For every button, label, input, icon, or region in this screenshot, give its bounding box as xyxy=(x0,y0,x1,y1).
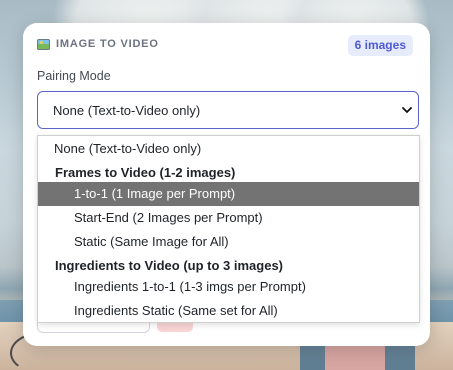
option-1-to-1[interactable]: 1-to-1 (1 Image per Prompt) xyxy=(38,182,419,206)
chevron-down-icon xyxy=(402,107,412,113)
pairing-mode-dropdown-list[interactable]: None (Text-to-Video only) Frames to Vide… xyxy=(37,135,420,323)
option-start-end[interactable]: Start-End (2 Images per Prompt) xyxy=(38,206,419,230)
option-ingredients-static[interactable]: Ingredients Static (Same set for All) xyxy=(38,299,419,322)
option-ingredients-1-to-1[interactable]: Ingredients 1-to-1 (1-3 imgs per Prompt) xyxy=(38,275,419,299)
option-static[interactable]: Static (Same Image for All) xyxy=(38,230,419,254)
option-none[interactable]: None (Text-to-Video only) xyxy=(38,137,419,161)
image-count-badge: 6 images xyxy=(347,35,413,56)
optgroup-frames-to-video: Frames to Video (1-2 images) xyxy=(55,165,236,180)
pairing-mode-label: Pairing Mode xyxy=(37,69,111,83)
pairing-mode-select[interactable]: None (Text-to-Video only) xyxy=(37,91,419,129)
picture-icon xyxy=(37,39,50,50)
panel-title: IMAGE TO VIDEO xyxy=(56,38,159,50)
optgroup-ingredients-to-video: Ingredients to Video (up to 3 images) xyxy=(55,258,284,273)
panel-header: IMAGE TO VIDEO 6 images xyxy=(37,35,421,57)
select-value: None (Text-to-Video only) xyxy=(53,103,201,118)
